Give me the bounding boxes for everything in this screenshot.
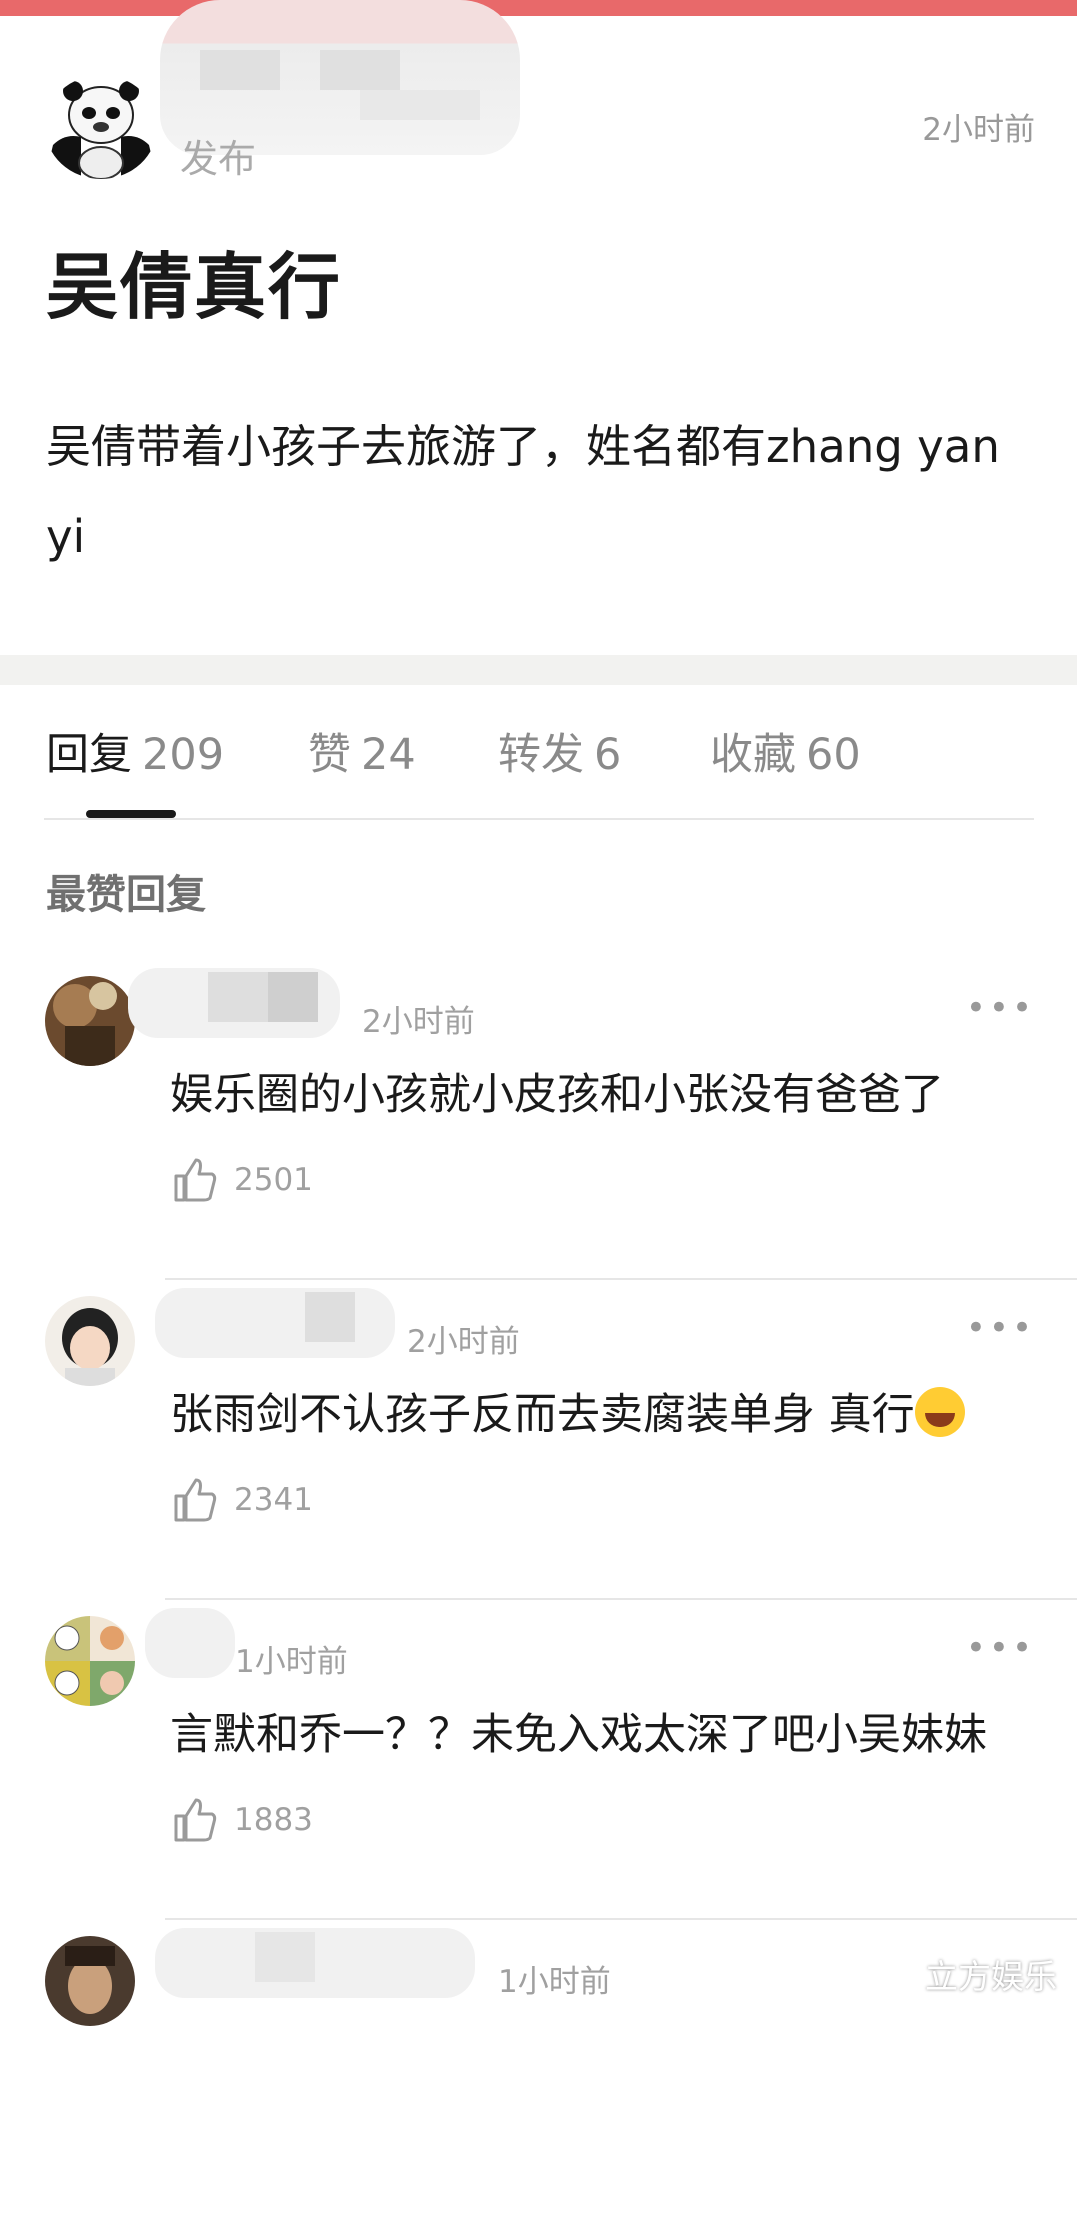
comment-item: 1小时前 ••• 言默和乔一？？未免入戏太深了吧小吴妹妹 1883 (0, 1600, 1077, 1920)
comment-timestamp: 2小时前 (407, 1324, 520, 1360)
blurred-username (155, 1928, 475, 1998)
comment-text: 言默和乔一？？未免入戏太深了吧小吴妹妹 (170, 1710, 987, 1760)
top-replies-heading: 最赞回复 (46, 872, 206, 918)
tab-favorites[interactable]: 收藏 60 (710, 720, 861, 782)
grinning-face-icon (914, 1387, 965, 1437)
comment-text: 娱乐圈的小孩就小皮孩和小张没有爸爸了 (170, 1070, 944, 1120)
thumbs-up-icon (174, 1478, 217, 1522)
more-options-icon[interactable]: ••• (966, 988, 1035, 1028)
section-divider (0, 655, 1077, 685)
comment-timestamp: 1小时前 (498, 1964, 611, 2000)
active-tab-indicator (86, 810, 176, 818)
post-author-avatar[interactable] (45, 75, 157, 179)
comment-text: 张雨剑不认孩子反而去卖腐装单身 真行 (170, 1380, 965, 1442)
blurred-username (155, 1288, 395, 1358)
tab-reposts[interactable]: 转发 6 (498, 720, 621, 782)
post-title: 吴倩真行 (46, 245, 343, 329)
tab-likes[interactable]: 赞 24 (308, 720, 416, 782)
post-body: 吴倩带着小孩子去旅游了，姓名都有zhang yan yi (46, 420, 1000, 563)
thumbs-up-icon (174, 1798, 217, 1842)
comment-item: 2小时前 ••• 娱乐圈的小孩就小皮孩和小张没有爸爸了 2501 (0, 960, 1077, 1280)
commenter-avatar[interactable] (45, 1936, 135, 2026)
post-timestamp: 2小时前 (922, 112, 1035, 148)
watermark: 立方娱乐 (925, 1957, 1057, 1996)
comment-timestamp: 2小时前 (362, 1004, 475, 1040)
thumbs-up-icon (174, 1158, 217, 1202)
comment-text-content: 张雨剑不认孩子反而去卖腐装单身 真行 (170, 1390, 915, 1440)
blurred-username (128, 968, 340, 1038)
comment-timestamp: 1小时前 (235, 1644, 348, 1680)
comment-item: 1小时前 (0, 1920, 1077, 2240)
blurred-username (145, 1608, 235, 1678)
like-count: 1883 (234, 1802, 313, 1838)
post-author-subtitle: 发布 (180, 137, 257, 181)
tab-replies[interactable]: 回复 209 (46, 720, 224, 782)
commenter-avatar[interactable] (45, 976, 135, 1066)
like-count: 2341 (234, 1482, 313, 1518)
like-count: 2501 (234, 1162, 313, 1198)
more-options-icon[interactable]: ••• (966, 1628, 1035, 1668)
commenter-avatar[interactable] (45, 1616, 135, 1706)
commenter-avatar[interactable] (45, 1296, 135, 1386)
comment-item: 2小时前 ••• 张雨剑不认孩子反而去卖腐装单身 真行 2341 (0, 1280, 1077, 1600)
top-accent-bar (0, 0, 1077, 16)
tabs-divider (44, 818, 1034, 820)
more-options-icon[interactable]: ••• (966, 1308, 1035, 1348)
